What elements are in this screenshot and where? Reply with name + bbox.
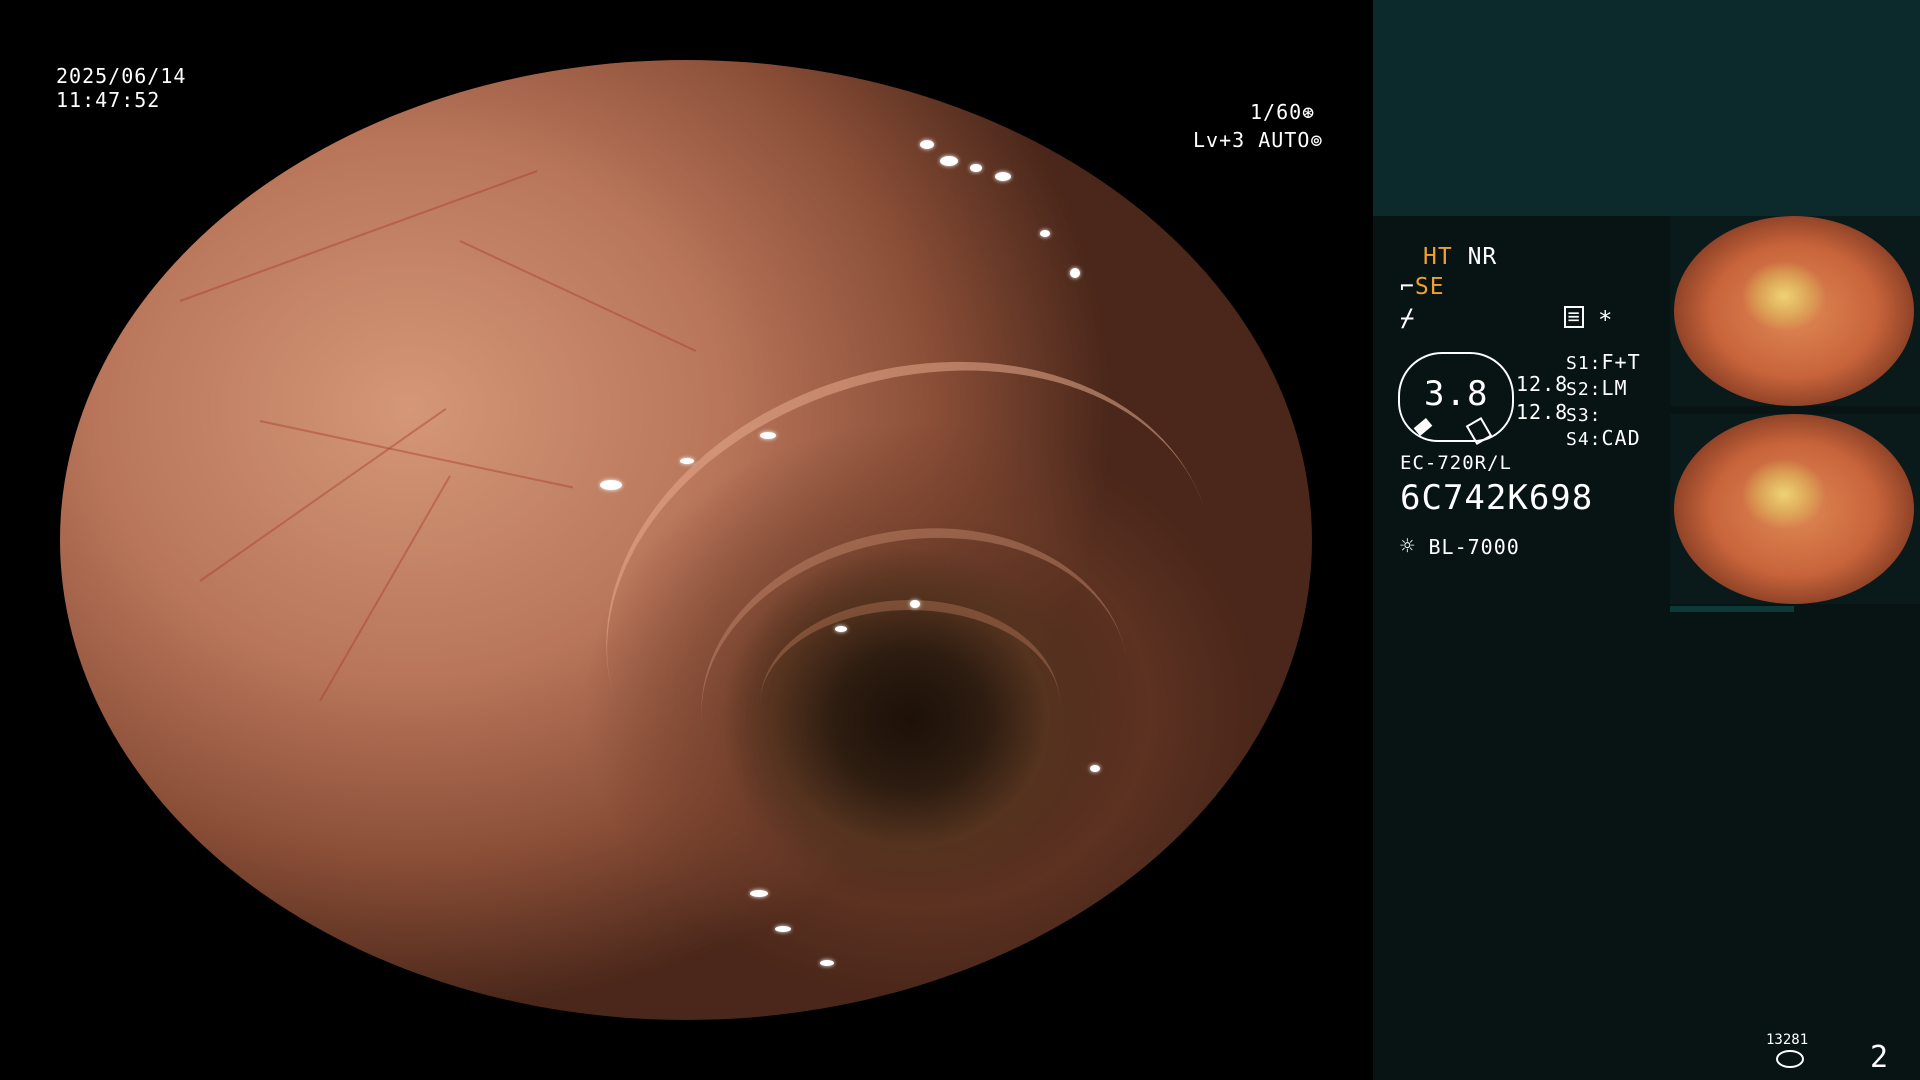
light-reflection bbox=[1070, 268, 1080, 278]
thumbnail-strip bbox=[1670, 606, 1794, 612]
shutter-value: 1/60 bbox=[1250, 100, 1303, 124]
image-counter: 13281 bbox=[1766, 1032, 1809, 1048]
gauge-value: 3.8 bbox=[1424, 374, 1489, 414]
menu-icon: ≡ bbox=[1564, 306, 1584, 328]
light-reflection bbox=[995, 172, 1011, 181]
page-number: 2 bbox=[1870, 1040, 1890, 1075]
freeze-icon: ⌿ bbox=[1400, 304, 1416, 332]
s4-label: S4: bbox=[1566, 429, 1602, 450]
light-reflection bbox=[820, 960, 834, 966]
shutter-readout: 1/60⊛ bbox=[1250, 100, 1315, 124]
light-reflection bbox=[680, 458, 694, 464]
captured-thumbnail-1[interactable] bbox=[1670, 216, 1920, 406]
light-reflection bbox=[970, 164, 982, 172]
asterisk-indicator: * bbox=[1598, 306, 1614, 334]
iris-icon: ⊚ bbox=[1310, 128, 1324, 152]
scope-serial: 6C742K698 bbox=[1400, 478, 1594, 518]
info-panel-header bbox=[1373, 0, 1920, 216]
ht-indicator: HT bbox=[1423, 244, 1453, 270]
s1-row: S1:F+T bbox=[1566, 350, 1641, 374]
s4-value: CAD bbox=[1601, 426, 1641, 450]
thumbnail-image bbox=[1674, 216, 1914, 406]
light-reflection bbox=[750, 890, 768, 897]
endoscope-live-view bbox=[60, 60, 1312, 1020]
light-reflection bbox=[775, 926, 791, 932]
s3-row: S3: bbox=[1566, 402, 1602, 426]
nr-indicator: NR bbox=[1467, 244, 1498, 270]
se-row: ⌐SE bbox=[1400, 274, 1445, 300]
blood-vessel bbox=[319, 475, 451, 702]
se-indicator: SE bbox=[1414, 274, 1445, 300]
captured-thumbnail-2[interactable] bbox=[1670, 414, 1920, 604]
aperture-icon: ⊛ bbox=[1302, 100, 1316, 124]
level-value: Lv+3 bbox=[1193, 128, 1246, 152]
s4-row: S4:CAD bbox=[1566, 426, 1641, 450]
light-source-icon: ☼ bbox=[1400, 532, 1416, 560]
light-reflection bbox=[600, 480, 622, 490]
light-reflection bbox=[760, 432, 776, 439]
s3-label: S3: bbox=[1566, 405, 1602, 426]
s1-value: F+T bbox=[1601, 350, 1641, 374]
disk-icon bbox=[1776, 1050, 1804, 1068]
light-reflection bbox=[1040, 230, 1050, 237]
thumbnail-image bbox=[1674, 414, 1914, 604]
light-source-model: BL-7000 bbox=[1428, 535, 1520, 559]
scope-icon: ⌐ bbox=[1400, 274, 1415, 300]
light-reflection bbox=[1090, 765, 1100, 772]
light-source-row: ☼ BL-7000 bbox=[1400, 532, 1520, 560]
blood-vessel bbox=[459, 240, 697, 352]
side-value-1: 12.8 bbox=[1516, 372, 1569, 396]
s2-value: LM bbox=[1601, 376, 1628, 400]
scope-model: EC-720R/L bbox=[1400, 452, 1512, 474]
s2-row: S2:LM bbox=[1566, 376, 1628, 400]
iris-readout: Lv+3 AUTO⊚ bbox=[1193, 128, 1323, 152]
light-reflection bbox=[940, 156, 958, 166]
light-reflection bbox=[920, 140, 934, 149]
light-reflection bbox=[910, 600, 920, 608]
blood-vessel bbox=[179, 170, 538, 302]
s1-label: S1: bbox=[1566, 353, 1602, 374]
date-label: 2025/06/14 bbox=[56, 64, 187, 88]
mucosal-fold bbox=[760, 600, 1060, 810]
image-settings: HT NR bbox=[1423, 244, 1497, 270]
light-reflection bbox=[835, 626, 847, 632]
side-value-2: 12.8 bbox=[1516, 400, 1569, 424]
iris-mode-value: AUTO bbox=[1258, 128, 1311, 152]
time-label: 11:47:52 bbox=[56, 88, 161, 112]
s2-label: S2: bbox=[1566, 379, 1602, 400]
